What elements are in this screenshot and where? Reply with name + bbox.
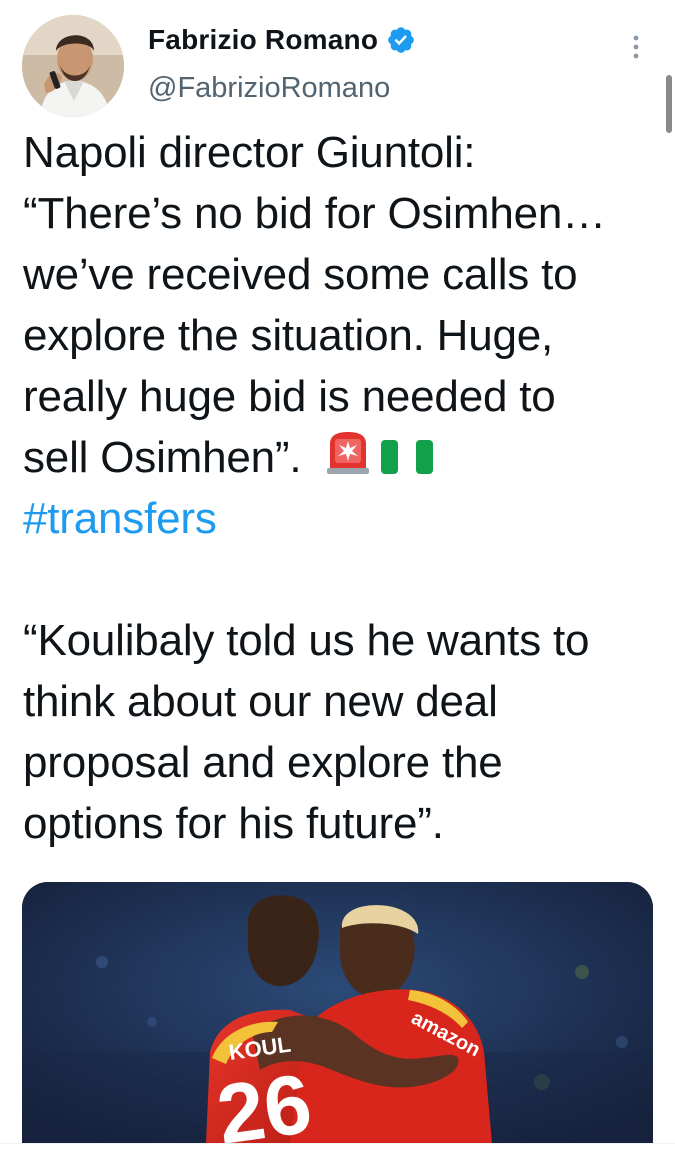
tweet-text-line: think about our new deal [23, 677, 498, 726]
tweet-text-segment: sell Osimhen”. [23, 433, 302, 482]
tweet-text-line: “There’s no bid for Osimhen… [23, 189, 606, 238]
tweet-media-photo[interactable]: KOUL 26 amazon [22, 882, 653, 1144]
tweet-text: Napoli director Giuntoli: “There’s no bi… [23, 122, 663, 854]
tweet-text-line: we’ve received some calls to [23, 250, 578, 299]
divider [0, 1143, 675, 1144]
tweet-text-line: options for his future”. [23, 799, 444, 848]
author-display-name[interactable]: Fabrizio Romano [148, 24, 378, 56]
author-name-row: Fabrizio Romano [148, 24, 416, 56]
author-avatar[interactable] [22, 15, 124, 117]
tweet-text-line: “Koulibaly told us he wants to [23, 616, 590, 665]
more-vertical-icon[interactable] [626, 32, 646, 62]
tweet-text-line-with-emoji: sell Osimhen”. [23, 427, 663, 488]
verified-badge-icon [388, 27, 414, 53]
tweet-text-line: explore the situation. Huge, [23, 311, 554, 360]
nigeria-flag-emoji [381, 440, 434, 474]
jersey-number-text: 26 [211, 1056, 317, 1144]
police-car-light-emoji [327, 432, 370, 474]
tweet-text-line: Napoli director Giuntoli: [23, 128, 476, 177]
tweet-text-line: proposal and explore the [23, 738, 503, 787]
hashtag-link[interactable]: #transfers [23, 488, 663, 549]
scrollbar-thumb[interactable] [666, 75, 672, 133]
author-handle[interactable]: @FabrizioRomano [148, 72, 390, 105]
tweet: Fabrizio Romano @FabrizioRomano Napoli d… [0, 0, 675, 1151]
tweet-text-line: really huge bid is needed to [23, 372, 556, 421]
